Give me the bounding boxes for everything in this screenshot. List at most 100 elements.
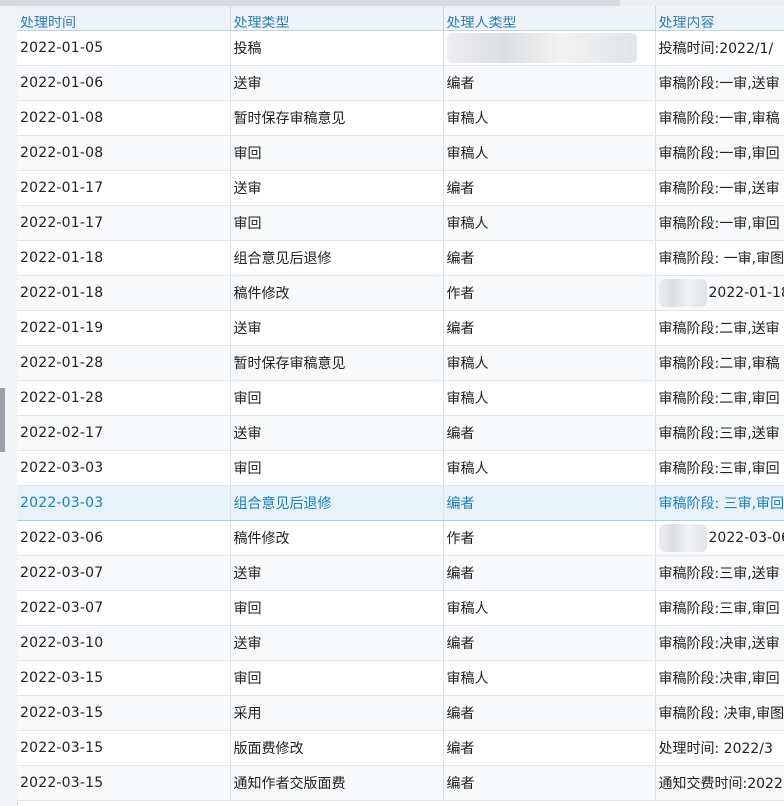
cell-type: 审回 <box>230 380 444 416</box>
cell-time: 2022-03-15 <box>17 730 231 766</box>
cell-type: 审回 <box>230 135 444 171</box>
cell-time-text: 2022-03-15 <box>20 705 104 721</box>
cell-handler: 作者 <box>443 520 656 556</box>
table-row[interactable]: 2022-03-07 审回 审稿人 审稿阶段:三审,审回 <box>17 590 784 626</box>
table-row[interactable]: 2022-03-10 送审 编者 审稿阶段:决审,送审 <box>17 625 784 661</box>
column-header-time[interactable]: 处理时间 <box>17 6 231 31</box>
cell-content: 审稿阶段:一审,审回 <box>655 135 784 171</box>
cell-type-text: 稿件修改 <box>233 531 290 547</box>
cell-content: 处理时间: 2022/3 <box>655 730 784 766</box>
left-scrollbar-thumb[interactable] <box>0 388 5 452</box>
table-header-row: 处理时间 处理类型 处理人类型 处理内容 <box>17 6 784 31</box>
cell-type-text: 审回 <box>233 461 262 477</box>
table-row[interactable]: 2022-03-15 版面费修改 编者 处理时间: 2022/3 <box>17 730 784 766</box>
table-row[interactable]: 2022-03-15 通知作者交版面费 编者 通知交费时间:2022 <box>17 765 784 801</box>
table-row[interactable]: 2022-01-08 审回 审稿人 审稿阶段:一审,审回 <box>17 135 784 171</box>
cell-handler-text: 审稿人 <box>446 146 489 162</box>
cell-handler-text: 编者 <box>446 776 475 792</box>
cell-type-text: 审回 <box>233 601 262 617</box>
table-body: 2022-01-05 投稿 投稿时间:2022/1/2022-01-06 送审 编者 审稿… <box>17 30 784 801</box>
table-row[interactable]: 2022-01-19 送审 编者 审稿阶段:二审,送审 <box>17 310 784 346</box>
cell-handler-text: 审稿人 <box>446 461 489 477</box>
column-header-content[interactable]: 处理内容 <box>655 6 784 31</box>
cell-handler-text: 审稿人 <box>446 356 489 372</box>
cell-handler: 编者 <box>443 170 656 206</box>
table-row[interactable]: 2022-03-15 采用 编者 审稿阶段: 决审,审图 <box>17 695 784 731</box>
cell-type: 组合意见后退修 <box>230 485 444 521</box>
cell-handler-text: 审稿人 <box>446 391 489 407</box>
cell-time: 2022-01-08 <box>17 100 231 136</box>
cell-time-text: 2022-03-07 <box>20 565 104 581</box>
cell-time-text: 2022-01-19 <box>20 320 104 336</box>
cell-time: 2022-03-07 <box>17 555 231 591</box>
cell-content-text: 审稿阶段:一审,审稿 <box>658 111 780 127</box>
cell-handler: 审稿人 <box>443 380 656 416</box>
table-row[interactable]: 2022-02-17 送审 编者 审稿阶段:三审,送审 <box>17 415 784 451</box>
cell-handler-text: 编者 <box>446 706 475 722</box>
cell-content: 审稿阶段:一审,审回 <box>655 205 784 241</box>
table-row[interactable]: 2022-01-06 送审 编者 审稿阶段:一审,送审 <box>17 65 784 101</box>
column-header-handler[interactable]: 处理人类型 <box>443 6 656 31</box>
cell-time-text: 2022-01-28 <box>20 355 104 371</box>
cell-type-text: 审回 <box>233 216 262 232</box>
cell-content-text: 审稿阶段:决审,送审 <box>658 636 780 652</box>
cell-time: 2022-03-06 <box>17 520 231 556</box>
cell-time: 2022-01-17 <box>17 170 231 206</box>
cell-time-text: 2022-03-03 <box>20 495 104 511</box>
cell-type-text: 审回 <box>233 391 262 407</box>
left-scrollbar[interactable] <box>0 6 18 806</box>
table-row[interactable]: 2022-03-07 送审 编者 审稿阶段:三审,送审 <box>17 555 784 591</box>
cell-handler-text: 编者 <box>446 76 475 92</box>
cell-content-text: 审稿阶段:一审,审回 <box>658 216 780 232</box>
cell-content: 审稿阶段:三审,送审 <box>655 555 784 591</box>
table-row[interactable]: 2022-03-03 组合意见后退修 编者 审稿阶段: 三审,审回 <box>17 485 784 521</box>
cell-type-text: 组合意见后退修 <box>233 496 332 512</box>
cell-content-text: 审稿阶段:二审,送审 <box>658 321 780 337</box>
cell-time: 2022-01-06 <box>17 65 231 101</box>
cell-time-text: 2022-03-15 <box>20 740 104 756</box>
cell-type: 稿件修改 <box>230 275 444 311</box>
cell-type-text: 送审 <box>233 321 262 337</box>
cell-handler-text: 编者 <box>446 321 475 337</box>
cell-type-text: 送审 <box>233 181 262 197</box>
cell-content: 审稿阶段:一审,送审 <box>655 170 784 206</box>
table-row[interactable]: 2022-03-06 稿件修改 作者 2022-03-06 <box>17 520 784 556</box>
cell-content-text: 处理时间: 2022/3 <box>658 741 773 757</box>
table-row[interactable]: 2022-01-18 组合意见后退修 编者 审稿阶段: 一审,审图 <box>17 240 784 276</box>
table-row[interactable]: 2022-01-05 投稿 投稿时间:2022/1/ <box>17 30 784 66</box>
cell-time-text: 2022-01-08 <box>20 110 104 126</box>
table-row[interactable]: 2022-01-28 暂时保存审稿意见 审稿人 审稿阶段:二审,审稿 <box>17 345 784 381</box>
cell-handler-text: 审稿人 <box>446 111 489 127</box>
cell-content-text: 审稿阶段: 决审,审图 <box>658 706 784 722</box>
cell-handler-text: 作者 <box>446 286 475 302</box>
cell-content-text: 审稿阶段:一审,审回 <box>658 146 780 162</box>
table-row[interactable]: 2022-01-17 审回 审稿人 审稿阶段:一审,审回 <box>17 205 784 241</box>
table-row[interactable]: 2022-01-08 暂时保存审稿意见 审稿人 审稿阶段:一审,审稿 <box>17 100 784 136</box>
cell-handler: 编者 <box>443 240 656 276</box>
cell-content: 通知交费时间:2022 <box>655 765 784 801</box>
table-row[interactable]: 2022-01-18 稿件修改 作者 2022-01-18 <box>17 275 784 311</box>
cell-content: 审稿阶段:三审,送审 <box>655 415 784 451</box>
cell-content-text: 审稿阶段:决审,审回 <box>658 671 780 687</box>
cell-handler: 编者 <box>443 485 656 521</box>
table-row[interactable]: 2022-01-28 审回 审稿人 审稿阶段:二审,审回 <box>17 380 784 416</box>
cell-time: 2022-03-15 <box>17 660 231 696</box>
cell-content-text: 2022-01-18 <box>708 285 784 301</box>
table-row[interactable]: 2022-01-17 送审 编者 审稿阶段:一审,送审 <box>17 170 784 206</box>
cell-type-text: 组合意见后退修 <box>233 251 332 267</box>
cell-content: 审稿阶段:决审,送审 <box>655 625 784 661</box>
cell-type-text: 送审 <box>233 636 262 652</box>
cell-type: 审回 <box>230 590 444 626</box>
table-row[interactable]: 2022-03-15 审回 审稿人 审稿阶段:决审,审回 <box>17 660 784 696</box>
cell-handler: 编者 <box>443 765 656 801</box>
cell-handler: 审稿人 <box>443 205 656 241</box>
table-row[interactable]: 2022-03-03 审回 审稿人 审稿阶段:三审,审回 <box>17 450 784 486</box>
cell-handler-text: 审稿人 <box>446 671 489 687</box>
column-header-type[interactable]: 处理类型 <box>230 6 444 31</box>
cell-time-text: 2022-01-18 <box>20 285 104 301</box>
cell-handler: 审稿人 <box>443 345 656 381</box>
cell-time: 2022-01-08 <box>17 135 231 171</box>
cell-content: 审稿阶段:一审,送审 <box>655 65 784 101</box>
cell-handler-text: 审稿人 <box>446 601 489 617</box>
cell-type-text: 送审 <box>233 426 262 442</box>
